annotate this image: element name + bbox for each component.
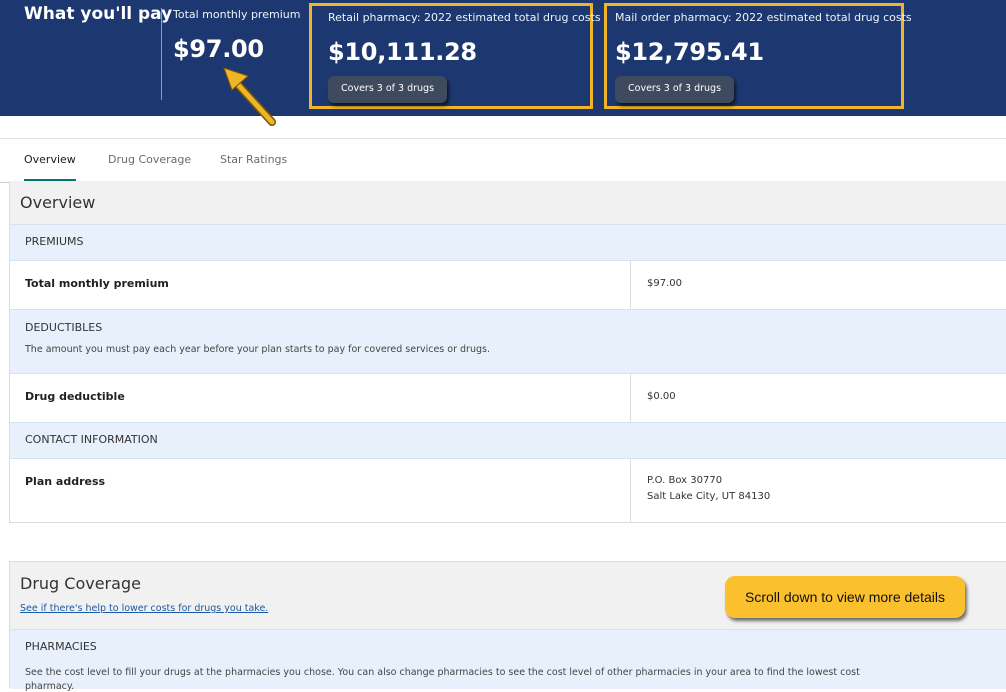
retail-pharmacy-cost-summary: Retail pharmacy: 2022 estimated total dr… [309, 3, 601, 109]
column-divider [630, 374, 631, 422]
table-row: Drug deductible $0.00 [10, 374, 1006, 422]
total-monthly-premium-value: $97.00 [647, 278, 682, 289]
deductibles-description: The amount you must pay each year before… [25, 344, 490, 355]
deductibles-heading: DEDUCTIBLES [25, 321, 103, 334]
plan-address-label: Plan address [25, 475, 106, 488]
what-youll-pay-title: What you'll pay [24, 4, 173, 24]
premiums-subheader: PREMIUMS [10, 224, 1006, 261]
retail-cost-label: Retail pharmacy: 2022 estimated total dr… [328, 11, 601, 24]
mail-cost-amount: $12,795.41 [615, 38, 764, 66]
tab-star-ratings[interactable]: Star Ratings [220, 153, 287, 166]
address-line-2: Salt Lake City, UT 84130 [647, 491, 771, 502]
retail-coverage-badge[interactable]: Covers 3 of 3 drugs [328, 76, 448, 103]
tab-drug-coverage[interactable]: Drug Coverage [108, 153, 191, 166]
drug-deductible-value: $0.00 [647, 391, 676, 402]
monthly-premium-label: Total monthly premium [173, 8, 301, 21]
table-row: Total monthly premium $97.00 [10, 261, 1006, 309]
mail-cost-label: Mail order pharmacy: 2022 estimated tota… [615, 11, 912, 24]
address-line-1: P.O. Box 30770 [647, 475, 723, 486]
retail-cost-amount: $10,111.28 [328, 38, 477, 66]
drug-coverage-title: Drug Coverage [20, 574, 141, 593]
plan-address-value: P.O. Box 30770 Salt Lake City, UT 84130 [647, 473, 770, 505]
deductibles-subheader: DEDUCTIBLES The amount you must pay each… [10, 309, 1006, 374]
pharmacies-description: See the cost level to fill your drugs at… [25, 667, 860, 678]
pharmacies-subheader: PHARMACIES See the cost level to fill yo… [10, 629, 1006, 692]
plan-detail-tabs: Overview Drug Coverage Star Ratings [0, 138, 1006, 183]
monthly-premium-summary: Total monthly premium $97.00 [173, 8, 300, 63]
overview-section: Overview PREMIUMS Total monthly premium … [9, 181, 1006, 523]
mail-order-cost-summary: Mail order pharmacy: 2022 estimated tota… [604, 3, 912, 109]
overview-title: Overview [20, 193, 96, 212]
annotation-arrow-icon [223, 67, 276, 126]
monthly-premium-amount: $97.00 [173, 35, 264, 63]
tab-overview[interactable]: Overview [24, 153, 76, 166]
contact-subheader: CONTACT INFORMATION [10, 422, 1006, 459]
table-row: Plan address P.O. Box 30770 Salt Lake Ci… [10, 459, 1006, 522]
column-divider [630, 459, 631, 522]
mail-coverage-badge[interactable]: Covers 3 of 3 drugs [615, 76, 735, 103]
header-divider [161, 8, 162, 100]
lower-costs-help-link[interactable]: See if there's help to lower costs for d… [20, 603, 268, 614]
scroll-down-callout: Scroll down to view more details [725, 576, 965, 618]
pharmacies-description-cont: pharmacy. [25, 681, 75, 692]
drug-deductible-label: Drug deductible [25, 390, 125, 403]
column-divider [630, 261, 631, 309]
pharmacies-heading: PHARMACIES [25, 640, 97, 653]
premiums-heading: PREMIUMS [25, 235, 84, 248]
total-monthly-premium-label: Total monthly premium [25, 277, 169, 290]
cost-summary-header: What you'll pay Total monthly premium $9… [0, 0, 1006, 116]
contact-heading: CONTACT INFORMATION [25, 433, 158, 446]
overview-header: Overview [10, 181, 1006, 224]
